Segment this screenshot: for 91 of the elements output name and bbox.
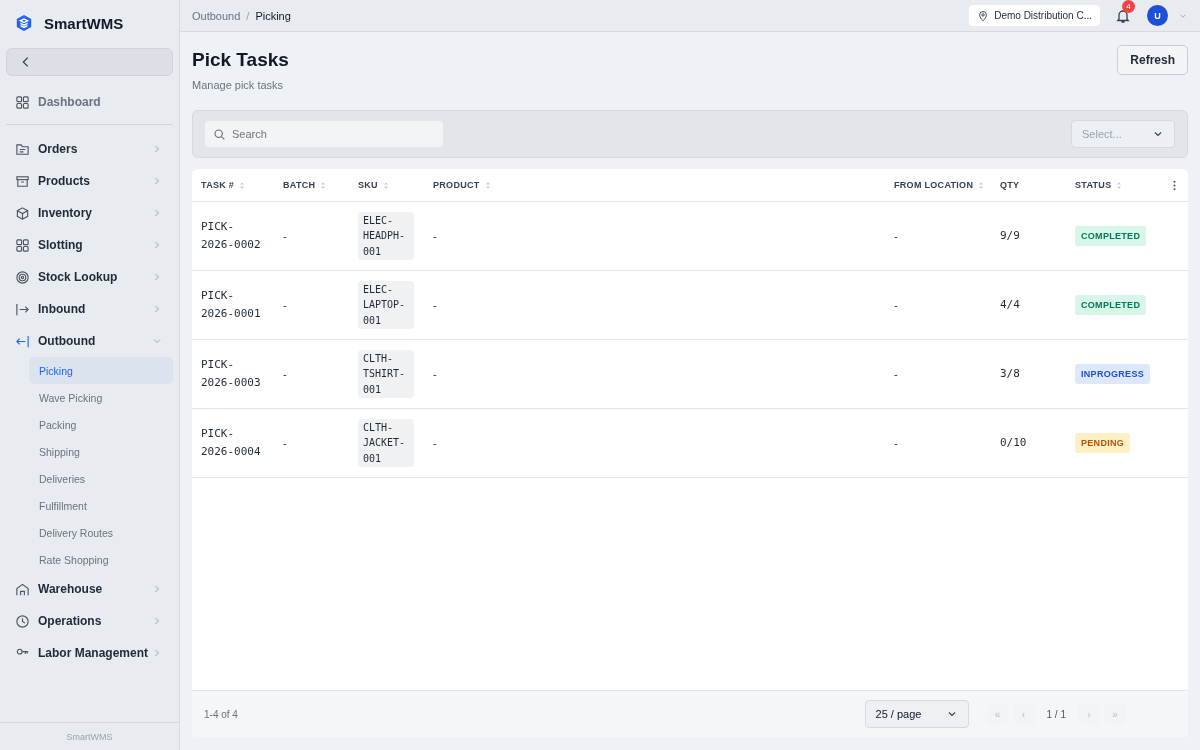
column-header[interactable]: SKU (358, 180, 388, 190)
sidebar-item[interactable]: Inventory (6, 197, 173, 229)
clock-icon (15, 613, 30, 629)
status-badge: COMPLETED (1075, 226, 1147, 246)
table-cell-text: PICK-2026-0003 (201, 357, 262, 391)
table-cell: - (894, 368, 898, 380)
status-badge: COMPLETED (1075, 295, 1147, 315)
sidebar-subitem[interactable]: Packing (29, 411, 173, 438)
sidebar-item[interactable]: Dashboard (6, 86, 173, 118)
user-avatar[interactable]: U (1147, 5, 1168, 26)
sidebar-item[interactable]: Inbound (6, 293, 173, 325)
collapse-sidebar-button[interactable] (6, 48, 173, 76)
status-badge: PENDING (1075, 433, 1131, 453)
sidebar-subitem[interactable]: Shipping (29, 438, 173, 465)
sidebar-subitem[interactable]: Deliveries (29, 465, 173, 492)
grid-icon (15, 237, 30, 253)
page-subtitle: Manage pick tasks (192, 79, 285, 91)
sort-icon[interactable] (485, 181, 490, 189)
sidebar-item[interactable]: Orders (6, 133, 173, 165)
search-icon (213, 128, 226, 141)
table-cell-text: 4/4 (1000, 297, 1020, 313)
table-cell: - (894, 299, 898, 311)
arrow-right-bar-icon (15, 301, 30, 317)
sort-icon[interactable] (383, 181, 388, 189)
column-header[interactable]: BATCH (283, 180, 326, 190)
sidebar-subitem[interactable]: Delivery Routes (29, 519, 173, 546)
status-badge: INPROGRESS (1075, 364, 1150, 384)
brand-name: SmartWMS (44, 14, 124, 32)
sidebar-item[interactable]: Products (6, 165, 173, 197)
breadcrumb-link[interactable]: Picking (255, 9, 291, 22)
page-title: Pick Tasks (192, 49, 289, 71)
sidebar-item[interactable]: Warehouse (6, 573, 173, 605)
sku-tag: CLTH-JACKET-001 (358, 418, 414, 468)
table-cell: - (894, 230, 898, 242)
table-cell-text: 3/8 (1000, 366, 1020, 382)
more-options-icon[interactable] (1172, 179, 1176, 191)
search-field[interactable]: Search (205, 121, 443, 147)
table-cell-text: PICK-2026-0004 (201, 426, 262, 460)
location-pin-icon (977, 9, 990, 22)
notification-count: 4 (1122, 0, 1135, 13)
table-cell: - (283, 368, 287, 380)
breadcrumb-separator: / (246, 9, 250, 22)
table-cell: - (283, 437, 287, 449)
breadcrumb-link[interactable]: Outbound (192, 9, 241, 22)
refresh-button[interactable]: Refresh (1117, 45, 1188, 75)
page-indicator: 1 / 1 (1045, 708, 1067, 720)
results-summary: 1-4 of 4 (204, 708, 238, 720)
column-header[interactable]: TASK # (201, 180, 245, 190)
sidebar-item[interactable]: Labor Management (6, 637, 173, 669)
table-cell: - (283, 230, 287, 242)
sku-tag: ELEC-LAPTOP-001 (358, 280, 414, 330)
table-cell: - (433, 299, 437, 311)
page-size-select[interactable]: 25 / page (864, 700, 969, 728)
sidebar-item[interactable]: Outbound (6, 325, 173, 357)
folder-icon (15, 141, 30, 157)
column-header[interactable]: STATUS (1075, 180, 1122, 190)
archive-icon (15, 173, 30, 189)
sidebar-subitem[interactable]: Rate Shopping (29, 546, 173, 573)
table-cell: - (283, 299, 287, 311)
column-header[interactable]: PRODUCT (433, 180, 490, 190)
house-icon (15, 581, 30, 597)
table-cell-text: PICK-2026-0001 (201, 288, 262, 322)
sidebar-item[interactable]: Operations (6, 605, 173, 637)
table-cell: - (894, 437, 898, 449)
target-icon (15, 269, 30, 285)
sidebar-item[interactable]: Stock Lookup (6, 261, 173, 293)
sidebar-item[interactable]: Slotting (6, 229, 173, 261)
sku-tag: CLTH-TSHIRT-001 (358, 349, 414, 399)
grid-icon (15, 94, 30, 110)
table-cell-text: 9/9 (1000, 228, 1020, 244)
column-header[interactable]: FROM LOCATION (894, 180, 984, 190)
sort-icon[interactable] (240, 181, 245, 189)
sidebar-subitem[interactable]: Picking (29, 357, 173, 384)
bell-icon[interactable] (1115, 7, 1131, 24)
warehouse-selector[interactable]: Demo Distribution C... (969, 5, 1100, 26)
table-cell: - (433, 437, 437, 449)
sort-icon[interactable] (979, 181, 984, 189)
sku-tag: ELEC-HEADPH-001 (358, 211, 414, 261)
cube-icon (15, 205, 30, 221)
table-cell: - (433, 230, 437, 242)
sidebar-footer-text: SmartWMS (66, 731, 113, 742)
sort-icon[interactable] (1117, 181, 1122, 189)
arrow-left-bar-icon (15, 333, 30, 349)
sort-icon[interactable] (321, 181, 326, 189)
table-cell: - (433, 368, 437, 380)
logo-icon (15, 14, 33, 32)
sidebar-subitem[interactable]: Wave Picking (29, 384, 173, 411)
sidebar-subitem[interactable]: Fulfillment (29, 492, 173, 519)
column-header[interactable]: QTY (1000, 180, 1020, 190)
table-cell-text: PICK-2026-0002 (201, 219, 262, 253)
table-cell-text: 0/10 (1000, 435, 1027, 451)
